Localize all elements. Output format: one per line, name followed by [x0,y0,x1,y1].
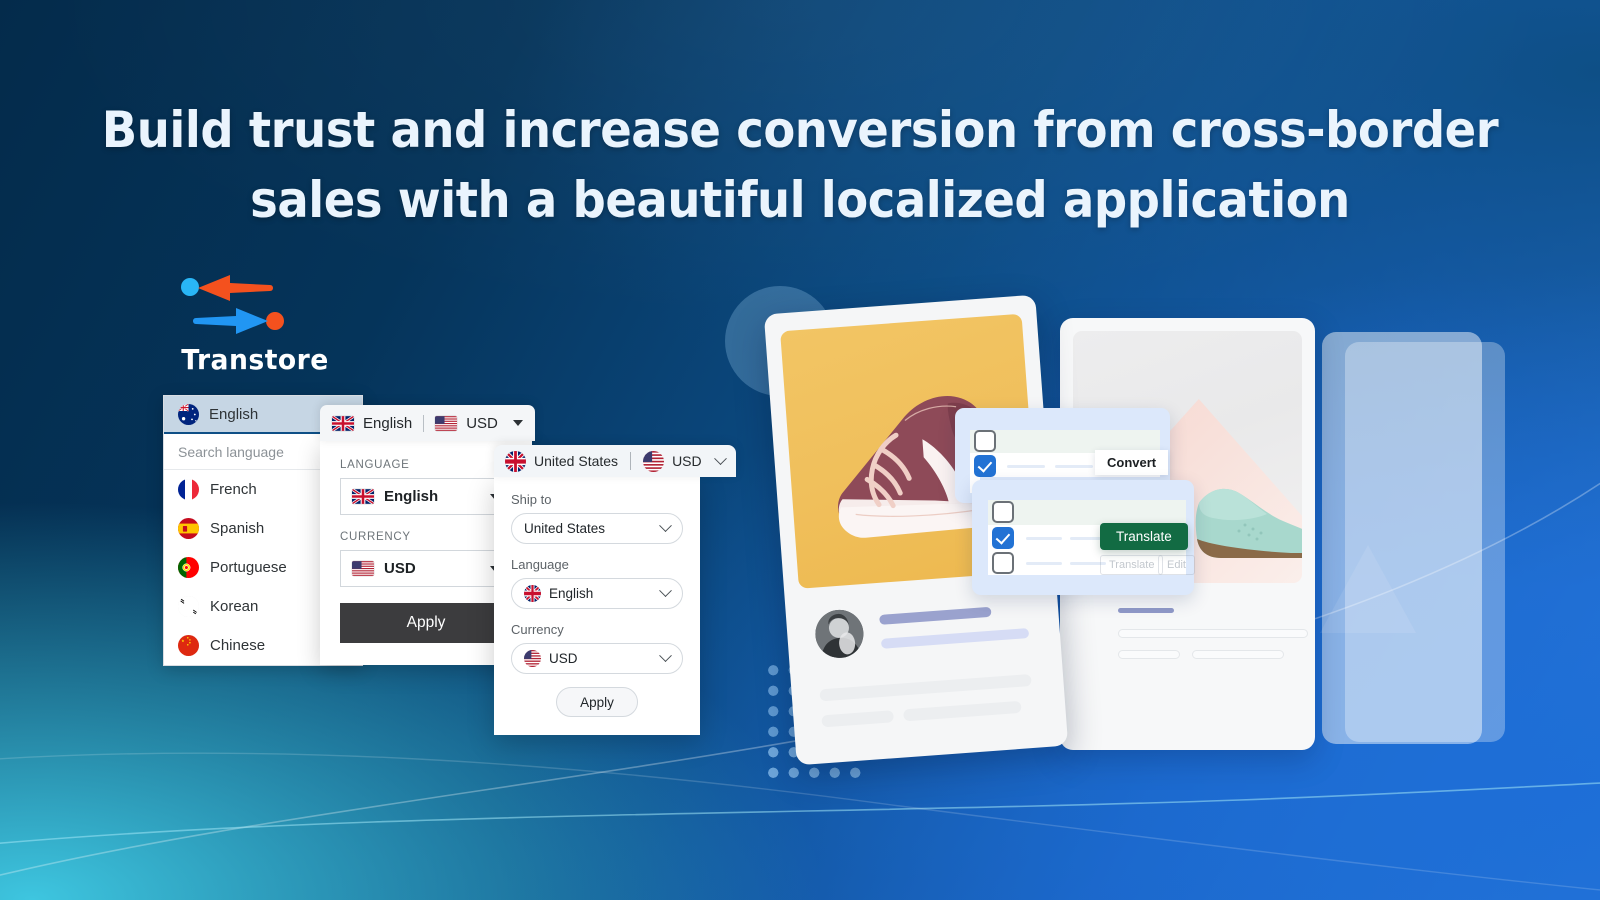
language-select[interactable]: English [340,478,512,515]
row-checkbox-checked[interactable] [974,455,996,477]
translate-button[interactable]: Translate [1100,523,1188,550]
currency-field-label: CURRENCY [340,531,411,543]
page-title: Build trust and increase conversion from… [101,101,1499,229]
currency-select[interactable]: USD [340,550,512,587]
language-selected-label: English [209,405,259,423]
hero-banner: Build trust and increase conversion from… [0,0,1600,900]
trigger-divider [423,414,425,432]
convert-button[interactable]: Convert [1095,450,1169,475]
us-flag-icon [524,650,541,667]
language-item-label: Chinese [210,637,266,654]
brand-name: Transtore [181,343,329,376]
gb-flag-icon [505,450,526,472]
language-field-label: LANGUAGE [340,459,410,471]
apply-button[interactable]: Apply [556,687,638,717]
chevron-down-icon [659,649,672,663]
apply-button[interactable]: Apply [340,603,512,643]
kr-flag-icon [178,596,199,617]
card-stack-back-2 [1322,332,1482,744]
ship-to-select[interactable]: United States [511,513,683,544]
ship-trigger-divider [630,452,632,470]
chevron-down-icon [659,584,672,598]
ship-currency-value: USD [549,651,578,666]
gb-flag-icon [524,585,541,602]
ghost-translate-button[interactable]: Translate [1100,555,1164,575]
ship-to-panel: Ship to United States Language English C… [494,477,700,735]
ship-to-value: United States [524,521,606,536]
trigger-currency-label: USD [466,414,498,432]
au-flag-icon [178,403,199,425]
row-checkbox-unchecked[interactable] [974,430,996,452]
avatar [813,608,866,660]
gb-flag-icon [332,415,354,431]
ship-currency-label: Currency [511,622,564,637]
row-checkbox-unchecked[interactable] [992,501,1014,523]
transtore-arrows-icon [181,275,284,334]
left-card-placeholder-bars [764,295,1035,728]
fr-flag-icon [178,479,199,500]
right-card-placeholder-bars [1118,608,1308,664]
us-flag-icon [435,415,458,431]
language-item-label: French [210,481,257,498]
us-flag-icon [352,561,374,576]
chevron-down-icon [512,420,523,426]
ghost-edit-button[interactable]: Edit [1158,555,1195,575]
pt-flag-icon [178,557,199,578]
language-currency-trigger[interactable]: English USD [320,405,535,441]
language-item-label: Portuguese [210,559,287,576]
ship-to-label: Ship to [511,492,552,507]
chevron-down-icon [659,519,672,533]
language-item-label: Korean [210,598,259,615]
cn-flag-icon [178,635,199,656]
language-item-label: Spanish [210,520,265,537]
es-flag-icon [178,518,199,539]
currency-select-value: USD [384,560,416,577]
brand-logo: Transtore [160,265,360,385]
ship-trigger-currency: USD [672,453,702,469]
ship-language-label: Language [511,557,569,572]
ship-currency-select[interactable]: USD [511,643,683,674]
language-select-value: English [384,488,439,505]
ship-trigger-country: United States [534,453,619,469]
us-flag-icon [643,450,665,472]
translate-overlay-panel: Translate Translate Edit [972,480,1195,595]
row-checkbox-checked[interactable] [992,527,1014,549]
row-checkbox-unchecked[interactable] [992,552,1014,574]
ship-language-value: English [549,586,594,601]
ship-to-trigger[interactable]: United States USD [494,445,736,477]
trigger-language-label: English [363,414,413,432]
product-cards-mockup: Convert Translate Translate Edit [740,280,1505,800]
ship-language-select[interactable]: English [511,578,683,609]
chevron-down-icon [713,451,727,465]
gb-flag-icon [352,489,374,504]
